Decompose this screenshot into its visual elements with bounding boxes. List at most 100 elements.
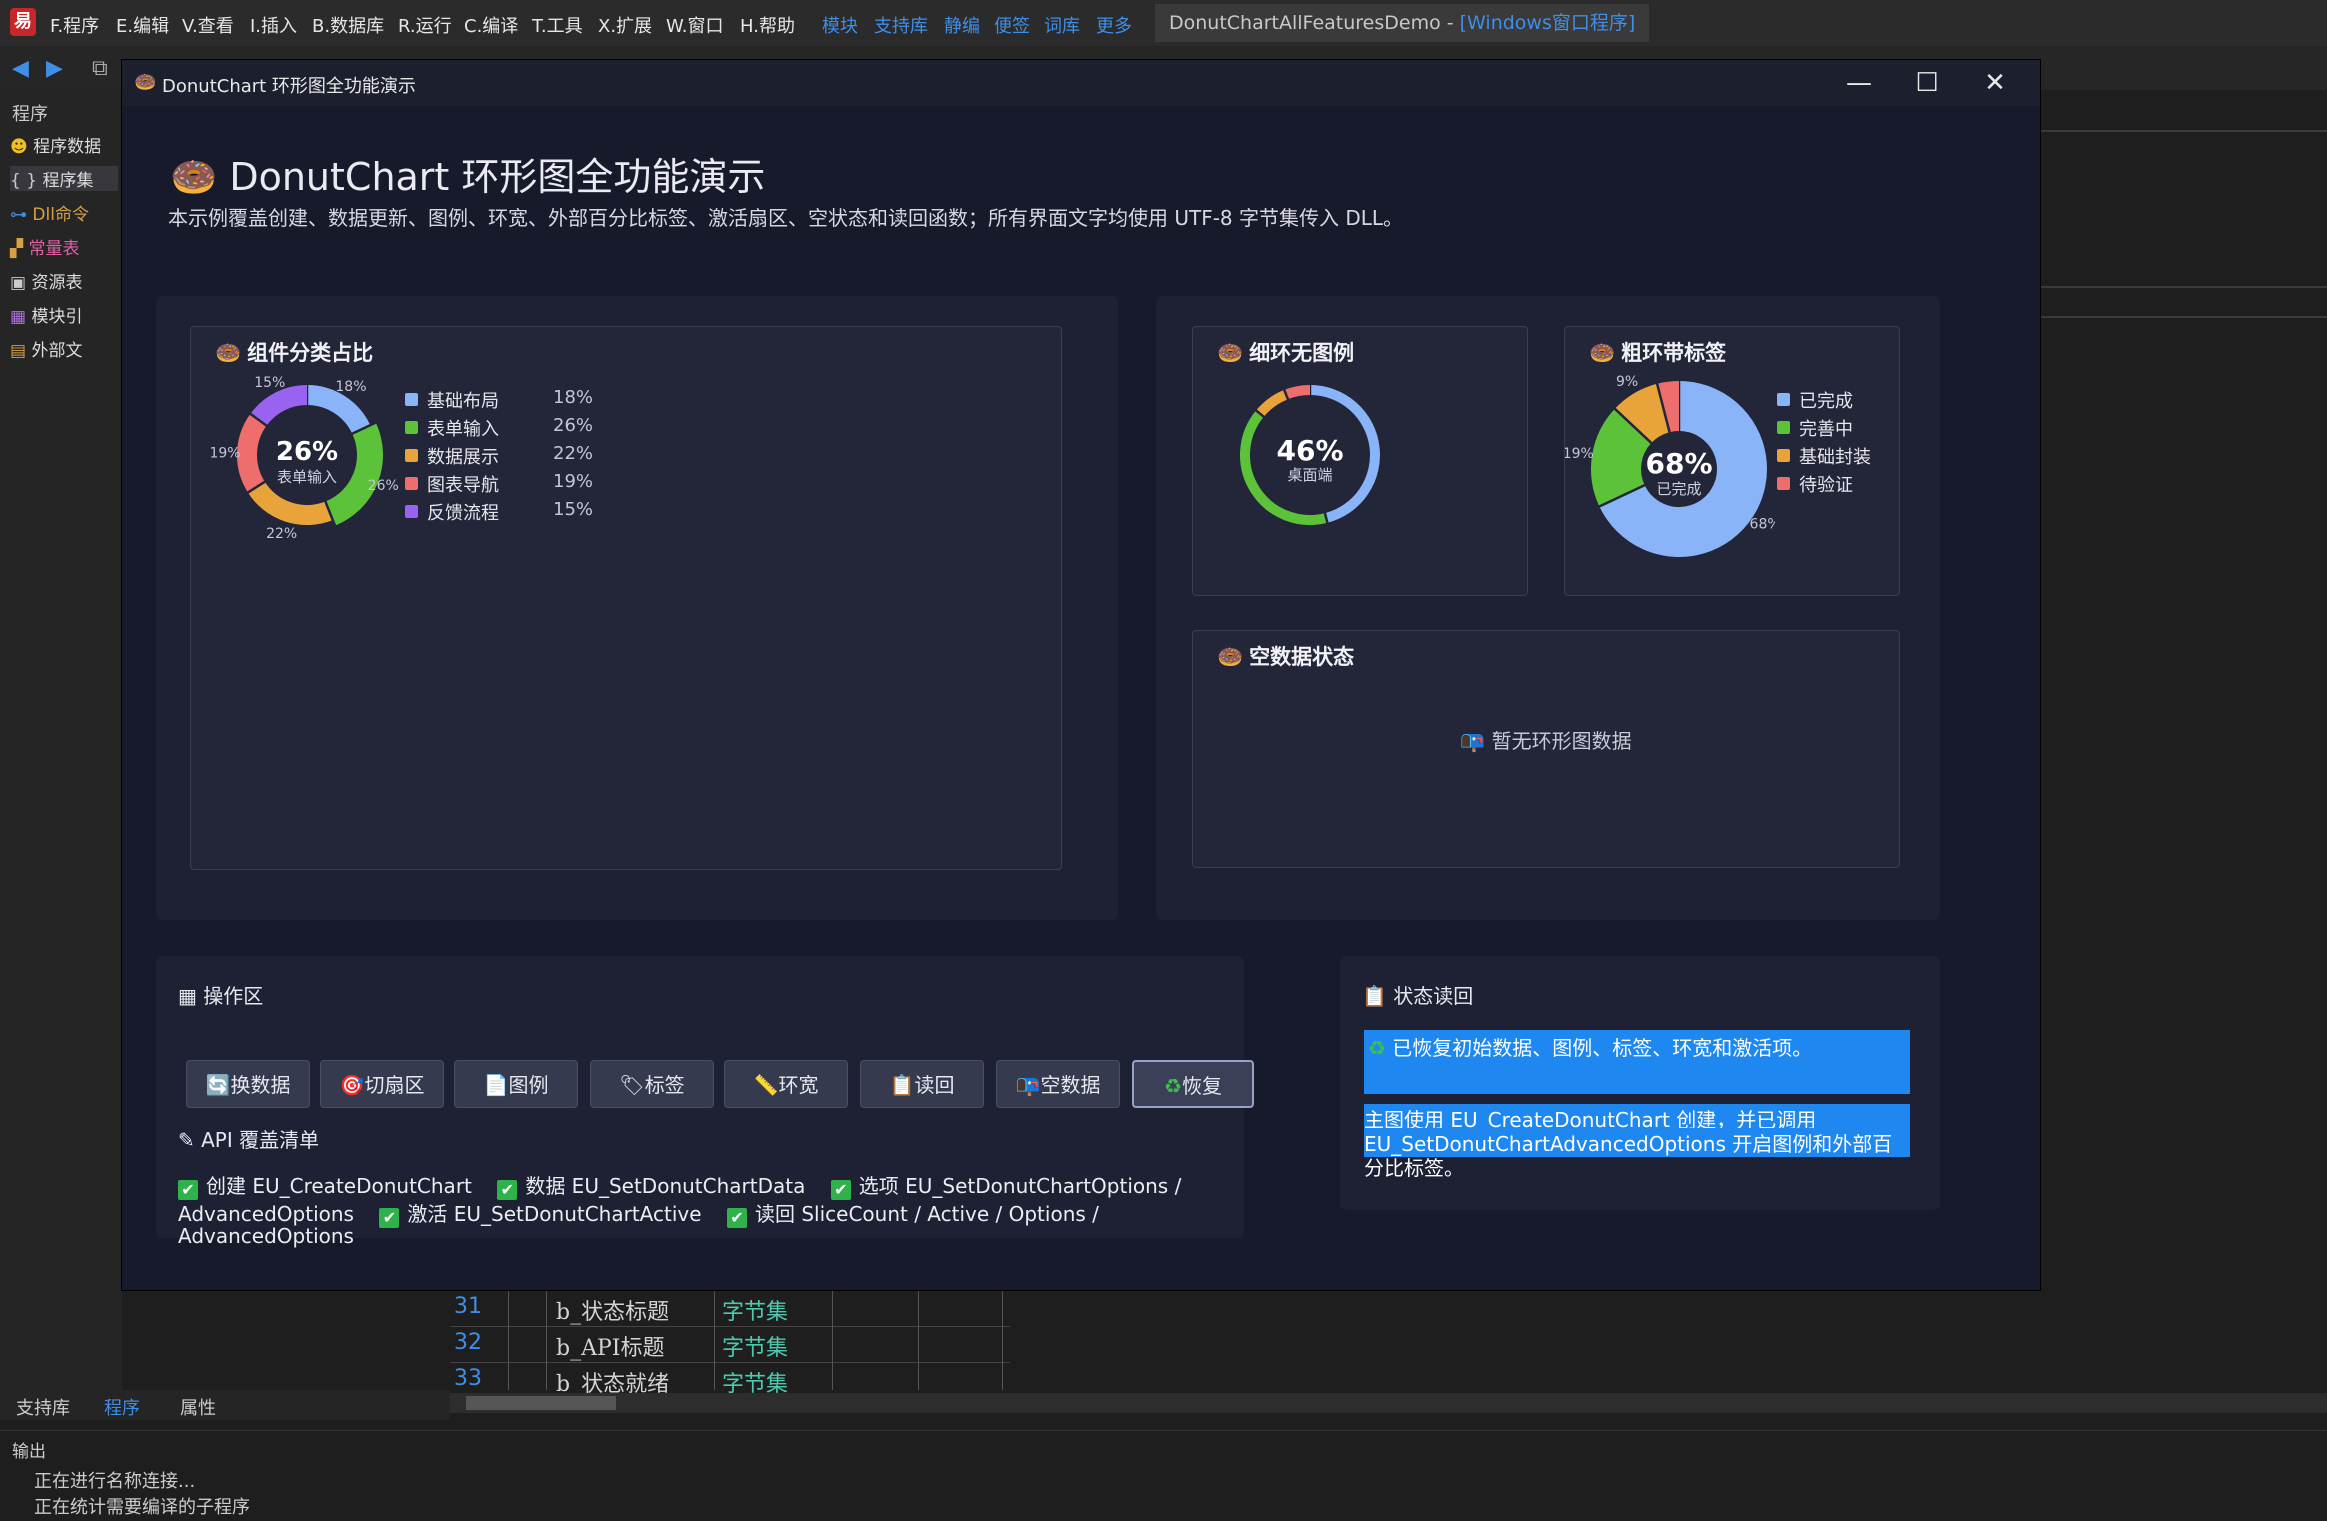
smiley-icon: ☻ — [10, 137, 28, 157]
empty-state-message: 📭 暂无环形图数据 — [1193, 725, 1899, 754]
legend-label: 基础布局 — [427, 391, 499, 412]
ruler-icon: 📏 — [753, 1073, 779, 1097]
donut-center-value: 46% — [1276, 434, 1343, 467]
button-label: 环宽 — [778, 1073, 819, 1097]
horizontal-scrollbar[interactable] — [450, 1393, 2327, 1413]
menu-insert[interactable]: I.插入 — [250, 12, 297, 38]
menu-help[interactable]: H.帮助 — [740, 12, 795, 38]
editor-right-area — [2040, 90, 2327, 1390]
button-label: 读回 — [914, 1073, 955, 1097]
switch-slice-button[interactable]: 🎯切扇区 — [320, 1060, 444, 1108]
donut-slice[interactable] — [1657, 381, 1680, 433]
table-row[interactable]: 31 b_状态标题 字节集 — [450, 1290, 1010, 1327]
donut-slice[interactable] — [1591, 408, 1653, 507]
menu-view[interactable]: V.查看 — [182, 12, 234, 38]
main-donut-chart[interactable]: 18%26%22%19%15%26%表单输入 — [191, 367, 411, 563]
donut-slice[interactable] — [247, 481, 333, 525]
menu-file[interactable]: F.程序 — [50, 12, 99, 38]
status-message-box[interactable]: ♻ 已恢复初始数据、图例、标签、环宽和激活项。 — [1364, 1030, 1910, 1094]
variable-name: b_API标题 — [556, 1336, 665, 1361]
api-item: 创建 EU_CreateDonutChart — [206, 1174, 472, 1198]
button-label: 换数据 — [230, 1073, 291, 1097]
tree-item-label: Dll命令 — [32, 205, 89, 225]
tree-item-constants[interactable]: ▞ 常量表 — [10, 234, 79, 259]
restore-button[interactable]: ♻恢复 — [1132, 1060, 1254, 1108]
legend-swatch — [1777, 449, 1790, 462]
close-button[interactable]: ✕ — [1968, 64, 2022, 102]
target-icon: 🎯 — [339, 1073, 365, 1097]
bottom-tabs: 支持库 程序 属性 — [0, 1390, 450, 1420]
main-chart-section: 🍩 组件分类占比 18% 26% 22% 19% 15% 26% 表单输入 基础布局 18% 表单… — [156, 296, 1118, 920]
scrollbar-thumb[interactable] — [466, 1396, 616, 1410]
link-static[interactable]: 静编 — [944, 12, 980, 38]
forward-icon[interactable]: ▶ — [46, 56, 63, 81]
tree-item-label: 模块引 — [31, 307, 83, 327]
donut-slice[interactable] — [1256, 389, 1289, 417]
maximize-button[interactable]: ☐ — [1900, 64, 1954, 102]
swap-data-button[interactable]: 🔄换数据 — [186, 1060, 310, 1108]
tree-item-modules[interactable]: ▦ 模块引 — [10, 302, 82, 327]
donut-slice[interactable] — [1284, 385, 1311, 400]
ide-title-type: [Windows窗口程序] — [1459, 12, 1636, 34]
donut-center-value: 26% — [276, 437, 338, 467]
thick-donut-chart[interactable]: 68%19%9%68%已完成 — [1565, 357, 1775, 557]
link-support[interactable]: 支持库 — [874, 12, 928, 38]
slice-percent-label: 19% — [209, 445, 240, 461]
read-back-button[interactable]: 📋读回 — [860, 1060, 984, 1108]
donut-icon: 🍩 — [1217, 645, 1244, 669]
tab-program[interactable]: 程序 — [104, 1394, 140, 1420]
tree-item-external[interactable]: ▤ 外部文 — [10, 336, 82, 361]
donut-slice[interactable] — [1614, 383, 1671, 444]
labels-button[interactable]: 🏷标签 — [590, 1060, 714, 1108]
tab-support-library[interactable]: 支持库 — [16, 1394, 70, 1420]
copy-icon[interactable]: ⧉ — [92, 56, 108, 81]
legend-button[interactable]: 📄图例 — [454, 1060, 578, 1108]
donut-slice[interactable] — [250, 385, 308, 426]
thin-donut-chart[interactable]: 46%桌面端 — [1193, 367, 1527, 547]
page-icon: 📄 — [483, 1073, 509, 1097]
tree-item-program-data[interactable]: ☻ 程序数据 — [10, 132, 101, 157]
output-panel: 输出 正在进行名称连接... 正在统计需要编译的子程序 — [0, 1430, 2327, 1521]
checkbox-checked-icon: ✔ — [726, 1208, 747, 1228]
status-title-text: 状态读回 — [1393, 984, 1474, 1008]
window-titlebar[interactable]: 🍩 DonutChart 环形图全功能演示 — ☐ ✕ — [122, 60, 2040, 106]
button-label: 标签 — [644, 1073, 685, 1097]
menu-edit[interactable]: E.编辑 — [116, 12, 169, 38]
tag-icon: 🏷 — [619, 1073, 645, 1097]
column-divider — [508, 1290, 509, 1390]
api-item: 选项 EU_SetDonutChartOptions / — [858, 1174, 1182, 1198]
table-row[interactable]: 32 b_API标题 字节集 — [450, 1326, 1010, 1363]
menu-compile[interactable]: C.编译 — [464, 12, 518, 38]
link-module[interactable]: 模块 — [822, 12, 858, 38]
line-number: 32 — [454, 1330, 482, 1355]
donut-slice[interactable] — [237, 413, 267, 493]
tree-item-dll[interactable]: ⊶ Dll命令 — [10, 200, 89, 225]
link-lexicon[interactable]: 词库 — [1044, 12, 1080, 38]
menu-extend[interactable]: X.扩展 — [598, 12, 652, 38]
link-more[interactable]: 更多 — [1096, 12, 1132, 38]
minimize-button[interactable]: — — [1832, 64, 1886, 102]
tab-properties[interactable]: 属性 — [180, 1394, 216, 1420]
legend-swatch — [1777, 421, 1790, 434]
menu-run[interactable]: R.运行 — [398, 12, 452, 38]
menu-database[interactable]: B.数据库 — [312, 12, 384, 38]
api-item: 数据 EU_SetDonutChartData — [525, 1174, 806, 1198]
tree-item-resources[interactable]: ▣ 资源表 — [10, 268, 82, 293]
menu-tools[interactable]: T.工具 — [532, 12, 583, 38]
card-title: 🍩 细环无图例 — [1217, 337, 1354, 367]
ring-width-button[interactable]: 📏环宽 — [724, 1060, 848, 1108]
menu-window[interactable]: W.窗口 — [666, 12, 723, 38]
legend-label: 基础封装 — [1799, 447, 1871, 468]
donut-center-label: 已完成 — [1656, 480, 1701, 498]
variable-type: 字节集 — [722, 1336, 789, 1361]
empty-data-button[interactable]: 📭空数据 — [996, 1060, 1120, 1108]
tree-item-assemblies[interactable]: { } 程序集 — [10, 166, 118, 191]
status-title: 📋 状态读回 — [1362, 980, 1473, 1009]
operations-title: ▦ 操作区 — [178, 980, 263, 1009]
thick-chart-card: 🍩粗环带标签 68%19%9%68%已完成 已完成完善中基础封装待验证 — [1564, 326, 1900, 596]
ide-title: DonutChartAllFeaturesDemo - [Windows窗口程序… — [1155, 4, 1650, 42]
donut-slice[interactable] — [306, 385, 371, 435]
link-notes[interactable]: 便签 — [994, 12, 1030, 38]
status-message: 已恢复初始数据、图例、标签、环宽和激活项。 — [1392, 1036, 1813, 1060]
back-icon[interactable]: ◀ — [12, 56, 29, 81]
